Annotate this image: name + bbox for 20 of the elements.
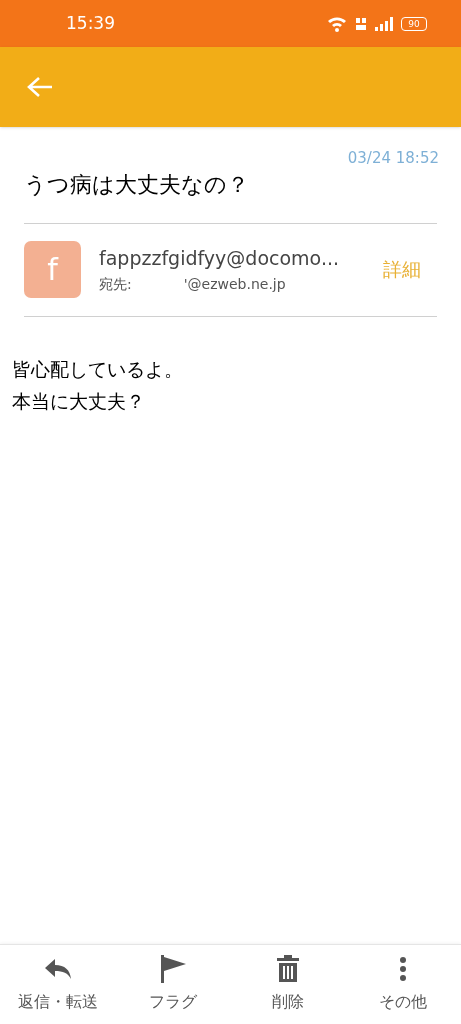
toolbar-button[interactable]: 返信・転送 [0, 945, 116, 1024]
message-date: 03/24 18:52 [347, 148, 439, 169]
toolbar-button[interactable]: 削除 [230, 945, 346, 1024]
message-body-line: 本当に大丈夫？ [12, 388, 146, 414]
sender-avatar: f [24, 241, 81, 298]
toolbar-button[interactable]: フラグ [115, 945, 231, 1024]
message-body-line: 皆心配しているよ。 [12, 356, 184, 382]
toolbar-button[interactable]: その他 [345, 945, 461, 1024]
status-time: 15:39 [66, 11, 115, 35]
recipient-label: 宛先: [99, 275, 132, 295]
battery-indicator: 90 [401, 16, 427, 31]
signal-icon [375, 15, 393, 32]
wifi-icon [327, 15, 347, 32]
more-icon [399, 956, 408, 982]
recipient-address: '@ezweb.ne.jp [183, 275, 286, 295]
sender-address: fappzzfgidfyy@docomo... [99, 245, 340, 271]
flag-icon [158, 954, 187, 984]
message-subject: うつ病は大丈夫なの？ [24, 170, 250, 199]
delete-icon [276, 955, 301, 983]
back-icon [27, 76, 53, 98]
